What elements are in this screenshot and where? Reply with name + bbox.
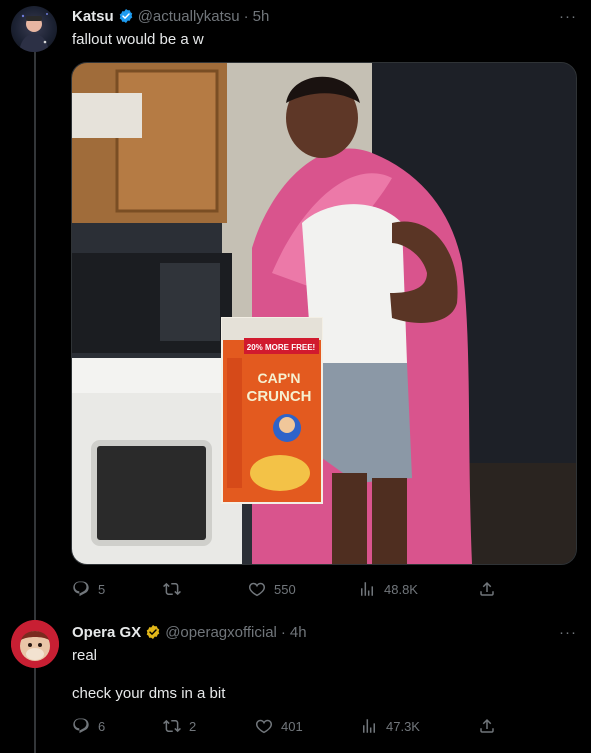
verified-badge-icon [118,8,134,24]
analytics-icon [363,719,375,733]
like-button[interactable]: 401 [255,716,303,736]
repost-button[interactable] [163,579,189,599]
reply-count: 6 [98,718,106,734]
avatar-opera-gx[interactable] [11,620,59,668]
reply-count: 5 [98,581,106,597]
reply-button[interactable]: 6 [72,716,105,736]
repost-count: 2 [189,718,197,734]
avatar-katsu-image [19,13,49,52]
svg-text:20% MORE FREE!: 20% MORE FREE! [247,343,315,352]
tweet-text: fallout would be a w [72,31,204,48]
more-options-icon[interactable]: ··· [557,622,579,642]
separator-dot: · [280,623,286,641]
view-count: 48.8K [384,581,418,597]
verified-gold-badge-icon [145,624,161,640]
like-count: 401 [281,718,303,734]
svg-text:CRUNCH: CRUNCH [247,388,312,405]
like-button[interactable]: 550 [248,579,296,599]
tweet-actions: 6 2 401 47.3K [72,716,497,736]
tweet-header: Katsu @actuallykatsu · 5h [72,6,269,26]
reply-icon [73,581,89,597]
reply-button[interactable]: 5 [72,579,105,599]
repost-icon [163,582,181,596]
separator-dot: · [243,7,249,25]
reply-icon [73,718,89,734]
author-handle[interactable]: @operagxofficial [165,624,277,641]
tweet-media-image[interactable]: 20% MORE FREE! CAP'N CRUNCH [71,62,577,565]
share-icon [480,718,494,733]
tweet-text-line: real [72,647,98,664]
svg-text:CAP'N: CAP'N [258,370,301,386]
author-name[interactable]: Opera GX [72,624,141,641]
repost-icon [163,719,181,733]
view-count: 47.3K [386,718,420,734]
cereal-box-graphic: 20% MORE FREE! CAP'N CRUNCH [221,317,323,504]
share-button[interactable] [478,579,496,599]
tweet-actions: 5 550 48.8K [72,579,497,599]
analytics-icon [361,582,373,596]
tweet-text-line: check your dms in a bit [72,685,226,702]
tweet-header: Opera GX @operagxofficial · 4h [72,622,307,642]
heart-icon [255,719,273,734]
like-count: 550 [274,581,296,597]
heart-icon [248,582,266,597]
repost-button[interactable]: 2 [163,716,196,736]
author-handle[interactable]: @actuallykatsu [138,8,240,25]
more-options-icon[interactable]: ··· [557,6,579,26]
share-icon [480,581,494,596]
avatar-opera-gx-image [11,620,59,668]
tweet-timestamp[interactable]: 4h [290,624,307,641]
views-button[interactable]: 48.8K [358,579,418,599]
share-button[interactable] [478,716,496,736]
avatar-katsu[interactable] [11,6,57,52]
views-button[interactable]: 47.3K [360,716,420,736]
tweet-timestamp[interactable]: 5h [253,8,270,25]
author-name[interactable]: Katsu [72,8,114,25]
